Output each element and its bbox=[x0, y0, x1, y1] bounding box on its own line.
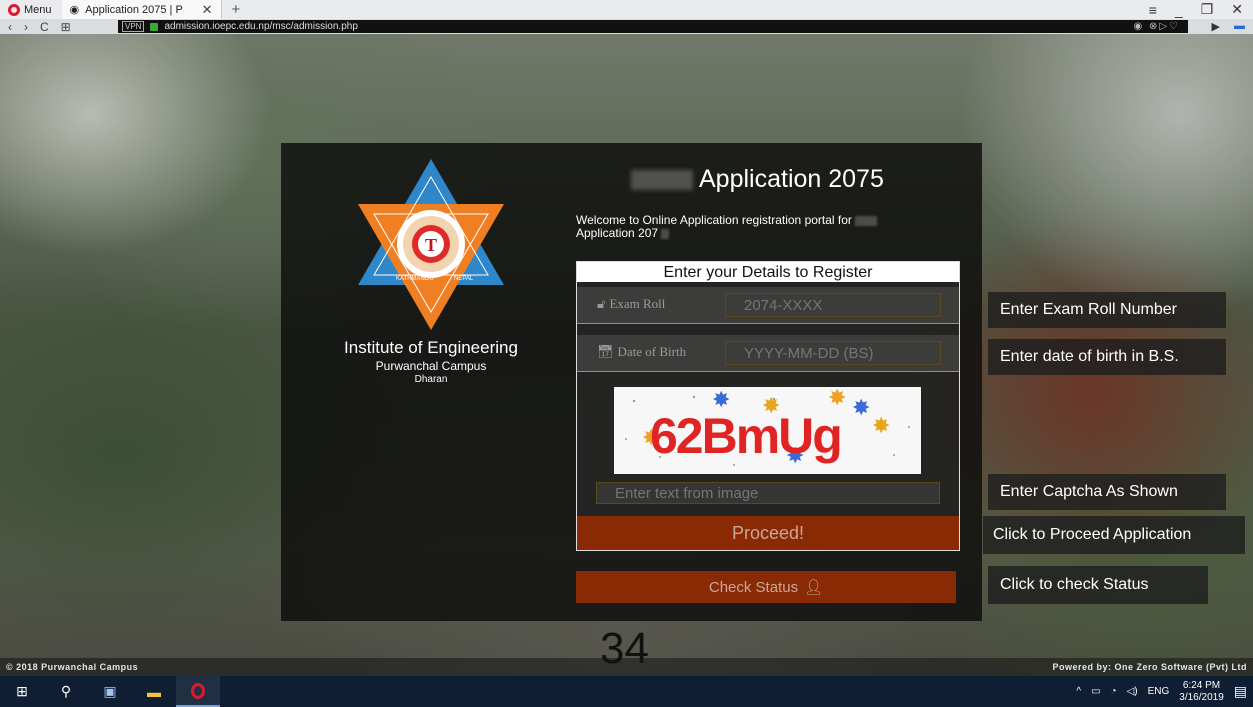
logo-word-1: KATHMANDU bbox=[396, 276, 434, 282]
powered-by-text: Powered by: One Zero Software (Pvt) Ltd bbox=[1052, 662, 1247, 672]
search-icon[interactable]: ⚲ bbox=[44, 676, 88, 707]
address-bar-row: ‹ › C ⊞ VPN admission.ioepc.edu.np/msc/a… bbox=[0, 19, 1253, 34]
blurred-program-name bbox=[631, 169, 693, 190]
page-title: Application 2075 bbox=[631, 165, 884, 194]
dob-label-text: Date of Birth bbox=[617, 344, 687, 359]
reload-icon[interactable]: C bbox=[40, 20, 49, 34]
exam-roll-label: 🔓︎ Exam Roll bbox=[597, 296, 665, 312]
url-text[interactable]: admission.ioepc.edu.np/msc/admission.php bbox=[164, 21, 357, 32]
welcome-tail: Application 207 bbox=[576, 226, 659, 240]
user-icon: 👤︎ bbox=[804, 579, 824, 596]
check-status-label: Check Status bbox=[708, 578, 799, 596]
lock-icon[interactable] bbox=[150, 22, 159, 31]
star-emblem-icon: T KATHMANDU NEPAL bbox=[358, 159, 504, 330]
institute-city: Dharan bbox=[414, 374, 448, 385]
url-action-icons[interactable]: ◉ ⊗▷♡ bbox=[1133, 21, 1180, 32]
registration-form: Enter your Details to Register 🔓︎ Exam R… bbox=[576, 261, 960, 551]
battery-icon[interactable]: ▬ bbox=[1234, 20, 1245, 33]
flow-icon[interactable]: ▶ bbox=[1212, 20, 1220, 33]
exam-roll-row: 🔓︎ Exam Roll bbox=[577, 287, 959, 324]
clock-date: 3/16/2019 bbox=[1179, 691, 1224, 703]
task-view-icon[interactable]: ▣ bbox=[88, 676, 132, 707]
volume-icon[interactable]: ◁) bbox=[1127, 686, 1138, 697]
svg-text:✸: ✸ bbox=[872, 414, 890, 439]
exam-roll-input[interactable] bbox=[725, 293, 941, 317]
login-panel: T KATHMANDU NEPAL Institute of Engineeri… bbox=[281, 143, 982, 621]
new-tab-button[interactable]: + bbox=[222, 1, 251, 18]
notifications-icon[interactable]: ▤ bbox=[1234, 683, 1247, 700]
lock-icon: 🔓︎ bbox=[597, 296, 606, 311]
opera-menu-button[interactable]: Menu bbox=[0, 0, 62, 19]
title-text: Application 2075 bbox=[699, 165, 884, 193]
menu-label: Menu bbox=[24, 3, 52, 16]
grid-icon[interactable]: ⊞ bbox=[61, 20, 71, 34]
tab-title: Application 2075 | P bbox=[85, 3, 183, 16]
opera-taskbar-icon[interactable] bbox=[176, 676, 220, 707]
dob-label: 📅︎ Date of Birth bbox=[597, 344, 686, 360]
battery-tray-icon[interactable]: ▭ bbox=[1091, 686, 1100, 697]
opera-logo-icon bbox=[8, 3, 20, 16]
welcome-line: Welcome to Online Application registrati… bbox=[576, 213, 852, 227]
windows-start-icon[interactable]: ⊞ bbox=[0, 676, 44, 707]
minimize-icon[interactable]: _ bbox=[1175, 2, 1183, 18]
proceed-button[interactable]: Proceed! bbox=[577, 516, 959, 550]
welcome-text: Welcome to Online Application registrati… bbox=[576, 214, 946, 240]
tab-application[interactable]: ◉ Application 2075 | P ✕ bbox=[61, 0, 222, 19]
close-window-icon[interactable]: ✕ bbox=[1231, 1, 1243, 18]
captcha-image: ✸ ✸ ✸ ✸ ✸ ✸ ✸ 62BmUg bbox=[614, 386, 921, 474]
institute-campus: Purwanchal Campus bbox=[375, 359, 487, 373]
clock[interactable]: 6:24 PM 3/16/2019 bbox=[1179, 680, 1224, 704]
chevron-up-icon[interactable]: ^ bbox=[1076, 686, 1081, 697]
ioe-logo: T KATHMANDU NEPAL bbox=[356, 157, 506, 332]
form-heading: Enter your Details to Register bbox=[577, 262, 959, 282]
captcha-graphic: ✸ ✸ ✸ ✸ ✸ ✸ ✸ 62BmUg bbox=[625, 386, 910, 469]
hint-dob: Enter date of birth in B.S. bbox=[988, 339, 1226, 375]
file-explorer-icon[interactable]: ▬ bbox=[132, 676, 176, 707]
copyright-text: © 2018 Purwanchal Campus bbox=[6, 662, 139, 672]
menu-lines-icon[interactable]: ≡ bbox=[1149, 2, 1157, 18]
svg-text:T: T bbox=[425, 235, 437, 255]
tab-close-icon[interactable]: ✕ bbox=[202, 2, 213, 18]
hint-check-status: Click to check Status bbox=[988, 566, 1208, 604]
page-background: T KATHMANDU NEPAL Institute of Engineeri… bbox=[0, 34, 1253, 676]
restore-icon[interactable]: ❐ bbox=[1201, 1, 1214, 18]
back-icon[interactable]: ‹ bbox=[8, 20, 12, 34]
captcha-input[interactable] bbox=[596, 482, 940, 504]
hint-proceed: Click to Proceed Application bbox=[983, 516, 1245, 554]
captcha-text: 62BmUg bbox=[650, 408, 841, 464]
page-number: 34 bbox=[600, 624, 649, 673]
logo-word-2: NEPAL bbox=[454, 276, 474, 282]
dob-input[interactable] bbox=[725, 341, 941, 365]
vpn-badge[interactable]: VPN bbox=[122, 21, 145, 32]
window-controls: ≡ _ ❐ ✕ bbox=[1149, 0, 1243, 19]
dob-row: 📅︎ Date of Birth bbox=[577, 335, 959, 372]
calendar-icon: 📅︎ bbox=[597, 344, 614, 359]
windows-taskbar: ⊞ ⚲ ▣ ▬ ^ ▭ ◔ ◁) ENG 6:24 PM 3/16/2019 ▤ bbox=[0, 676, 1253, 707]
hint-exam-roll: Enter Exam Roll Number bbox=[988, 292, 1226, 328]
hint-captcha: Enter Captcha As Shown bbox=[988, 474, 1226, 510]
browser-chrome: Menu ◉ Application 2075 | P ✕ + ≡ _ ❐ ✕ … bbox=[0, 0, 1253, 34]
incognito-icon: ◉ bbox=[69, 4, 80, 16]
wifi-icon[interactable]: ◔ bbox=[1111, 686, 1117, 697]
url-field[interactable]: VPN admission.ioepc.edu.np/msc/admission… bbox=[118, 20, 1188, 33]
tab-bar: Menu ◉ Application 2075 | P ✕ + ≡ _ ❐ ✕ bbox=[0, 0, 1253, 19]
language-indicator[interactable]: ENG bbox=[1148, 686, 1170, 697]
clock-time: 6:24 PM bbox=[1182, 679, 1221, 691]
forward-icon[interactable]: › bbox=[24, 20, 28, 34]
system-tray: ^ ▭ ◔ ◁) ENG 6:24 PM 3/16/2019 ▤ bbox=[1076, 676, 1247, 707]
svg-text:✸: ✸ bbox=[852, 396, 870, 421]
check-status-button[interactable]: Check Status 👤︎ bbox=[576, 571, 956, 603]
extensions: ▶ ▬ bbox=[1212, 20, 1245, 33]
exam-roll-label-text: Exam Roll bbox=[609, 296, 666, 311]
nav-buttons: ‹ › C ⊞ bbox=[0, 20, 81, 34]
blurred-digit bbox=[661, 228, 670, 239]
blurred-word bbox=[855, 215, 878, 226]
institute-name: Institute of Engineering bbox=[344, 338, 518, 357]
